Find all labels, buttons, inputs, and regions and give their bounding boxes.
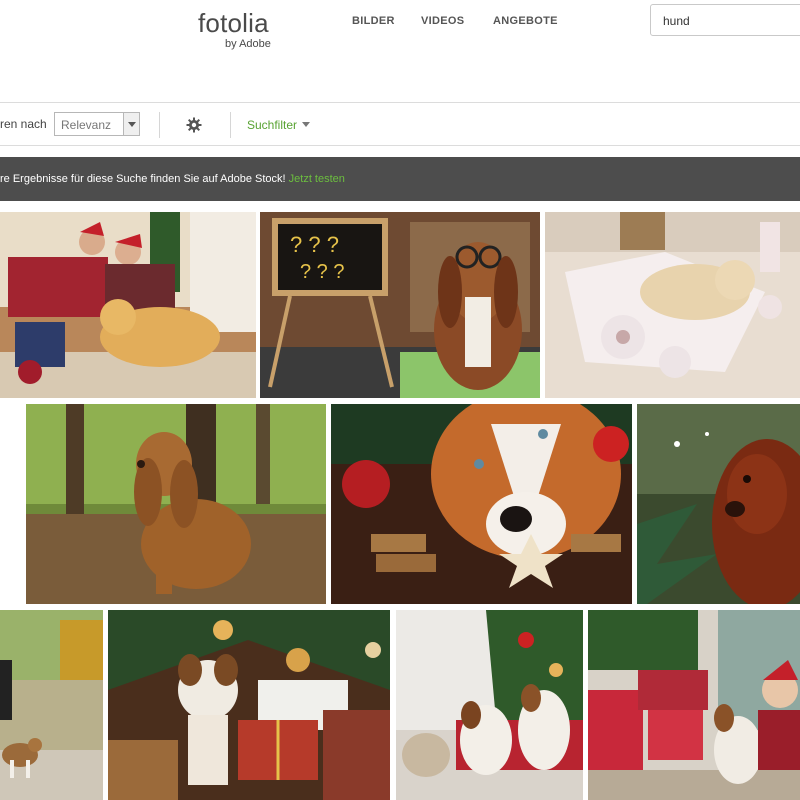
- svg-text:? ? ?: ? ? ?: [300, 261, 344, 283]
- banner-message: re Ergebnisse für diese Suche finden Sie…: [0, 173, 345, 185]
- result-thumbnail[interactable]: [331, 404, 632, 604]
- jack-russell-with-gifts: [108, 610, 390, 800]
- puppy-with-toilet-paper: [545, 212, 800, 398]
- sort-dropdown[interactable]: Relevanz: [54, 112, 140, 136]
- adobe-stock-banner: re Ergebnisse für diese Suche finden Sie…: [0, 157, 800, 201]
- christmas-family-with-golden-retriever: [0, 212, 256, 398]
- result-thumbnail[interactable]: [0, 212, 256, 398]
- search-input[interactable]: hund: [650, 4, 800, 36]
- result-thumbnail[interactable]: [396, 610, 583, 800]
- result-thumbnail[interactable]: [0, 610, 103, 800]
- search-value: hund: [663, 14, 690, 28]
- results-toolbar: ren nach Relevanz Suchfilter: [0, 103, 800, 146]
- result-thumbnail[interactable]: [588, 610, 800, 800]
- caret-down-icon: [302, 122, 311, 127]
- result-thumbnail[interactable]: ? ? ? ? ? ?: [260, 212, 540, 398]
- basset-hound-with-glasses-and-chalkboard: ? ? ? ? ? ?: [260, 212, 540, 398]
- dog-with-christmas-cookies: [331, 404, 632, 604]
- cat-and-two-dogs-at-christmas: [396, 610, 583, 800]
- person-walking-beagle: [0, 610, 103, 800]
- banner-text: re Ergebnisse für diese Suche finden Sie…: [0, 173, 286, 185]
- result-thumbnail[interactable]: [108, 610, 390, 800]
- fotolia-logo[interactable]: fotolia by Adobe: [198, 8, 278, 52]
- logo-wordmark: fotolia: [198, 8, 269, 38]
- svg-text:? ? ?: ? ? ?: [290, 232, 339, 257]
- setter-dog-with-fir-branch: [637, 404, 800, 604]
- sort-selected-value: Relevanz: [61, 118, 112, 132]
- result-thumbnail[interactable]: [545, 212, 800, 398]
- chevron-down-icon[interactable]: [123, 113, 139, 135]
- banner-try-link[interactable]: Jetzt testen: [289, 173, 345, 185]
- toolbar-divider: [230, 112, 231, 138]
- site-header: fotolia by Adobe BILDER VIDEOS ANGEBOTE …: [0, 0, 800, 103]
- toolbar-divider: [159, 112, 160, 138]
- result-thumbnail[interactable]: [637, 404, 800, 604]
- gear-icon[interactable]: [186, 117, 202, 133]
- cocker-spaniel-in-forest: [26, 404, 326, 604]
- nav-videos[interactable]: VIDEOS: [421, 15, 464, 27]
- logo-byline: by Adobe: [225, 38, 271, 50]
- nav-angebote[interactable]: ANGEBOTE: [493, 15, 558, 27]
- search-filter-label: Suchfilter: [247, 118, 298, 132]
- nav-bilder[interactable]: BILDER: [352, 15, 395, 27]
- child-with-dog-and-presents: [588, 610, 800, 800]
- search-filter-button[interactable]: Suchfilter: [247, 118, 311, 132]
- result-thumbnail[interactable]: [26, 404, 326, 604]
- sort-label: ren nach: [0, 117, 47, 131]
